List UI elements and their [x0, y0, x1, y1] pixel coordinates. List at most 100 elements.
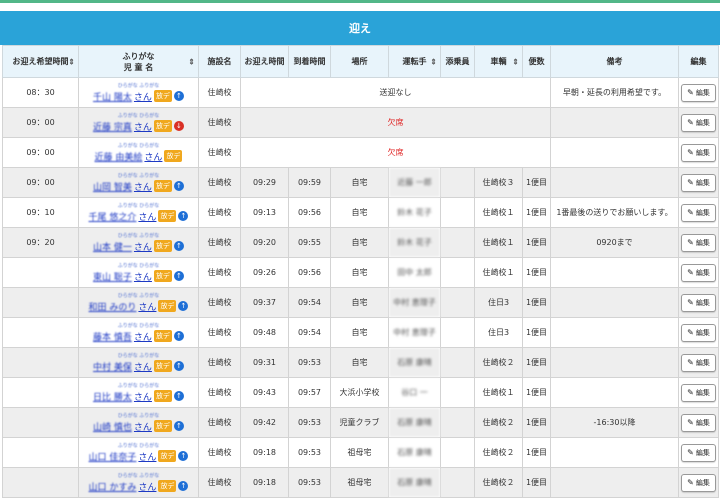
- child-name-link[interactable]: 山岡 智美: [93, 180, 132, 193]
- honorific[interactable]: さん: [134, 360, 152, 373]
- note-cell: 早朝・延長の利用希望です。: [550, 77, 679, 108]
- time-cell: 09：10: [2, 197, 79, 228]
- child-name-link[interactable]: 近藤 由美絵: [95, 150, 143, 163]
- pickup-time-cell: 09:13: [240, 197, 289, 228]
- table-row: ひらがな ふりがな 山口 かすみ さん 放デ ↑ 住崎校 09:18 09:53 祖母…: [2, 467, 719, 498]
- col-pickup: お迎え時間: [240, 45, 289, 78]
- honorific[interactable]: さん: [134, 120, 152, 133]
- honorific[interactable]: さん: [134, 330, 152, 343]
- edit-button[interactable]: ✎ 編集: [681, 173, 716, 192]
- facility-cell: 住崎校: [198, 107, 241, 138]
- status-cell: 送迎なし: [240, 77, 551, 108]
- vehicle-cell: 住崎校２: [474, 437, 523, 468]
- child-name-link[interactable]: 千尾 悠之介: [89, 210, 137, 223]
- note-cell: [550, 377, 679, 408]
- edit-icon: ✎: [687, 358, 694, 367]
- child-name-link[interactable]: 日比 勝太: [93, 390, 132, 403]
- trip-cell: 1便目: [522, 197, 551, 228]
- child-name-link[interactable]: 中村 美保: [93, 360, 132, 373]
- child-name-link[interactable]: 藤本 慎吾: [93, 330, 132, 343]
- place-cell: 自宅: [330, 167, 389, 198]
- edit-button[interactable]: ✎ 編集: [681, 293, 716, 312]
- child-name-link[interactable]: 山口 佳奈子: [89, 450, 137, 463]
- child-kana: ひらがな ふりがな: [117, 82, 160, 89]
- honorific[interactable]: さん: [134, 240, 152, 253]
- arrow-up-icon: ↑: [178, 211, 189, 221]
- child-name-link[interactable]: 山口 かすみ: [89, 480, 137, 493]
- facility-cell: 住崎校: [198, 137, 241, 168]
- child-kana: ふりがな ひらがな: [117, 322, 160, 329]
- arrow-down-icon: ↓: [173, 121, 184, 131]
- edit-button[interactable]: ✎ 編集: [681, 233, 716, 252]
- facility-cell: 住崎校: [198, 377, 241, 408]
- service-badge: 放デ: [153, 180, 172, 192]
- page-title: 迎え: [0, 11, 720, 45]
- edit-cell: ✎ 編集: [678, 407, 719, 438]
- honorific[interactable]: さん: [134, 180, 152, 193]
- honorific[interactable]: さん: [134, 90, 152, 103]
- child-kana: ひらがな ふりがな: [117, 292, 160, 299]
- sort-icon[interactable]: ⇕: [430, 57, 437, 66]
- sort-icon[interactable]: ⇕: [68, 57, 75, 66]
- arrow-up-icon: ↑: [173, 361, 184, 371]
- child-name-link[interactable]: 和田 みのり: [89, 300, 137, 313]
- trip-cell: 1便目: [522, 347, 551, 378]
- honorific[interactable]: さん: [134, 270, 152, 283]
- trip-cell: 1便目: [522, 227, 551, 258]
- child-name-link[interactable]: 近藤 宗真: [93, 120, 132, 133]
- child-kana: ひらがな ふりがな: [117, 172, 160, 179]
- time-cell: [2, 257, 79, 288]
- honorific[interactable]: さん: [138, 210, 156, 223]
- edit-button[interactable]: ✎ 編集: [681, 383, 716, 402]
- honorific[interactable]: さん: [144, 150, 162, 163]
- driver-cell: 中村 恵理子: [388, 287, 441, 318]
- table-row: ふりがな ひらがな 東山 聡子 さん 放デ ↑ 住崎校 09:26 09:56 自宅田…: [2, 257, 719, 288]
- table-row: 09：20 ひらがな ふりがな 山本 健一 さん 放デ ↑ 住崎校 09:20 09…: [2, 227, 719, 258]
- edit-icon: ✎: [687, 178, 694, 187]
- edit-button[interactable]: ✎ 編集: [681, 143, 716, 162]
- child-name-link[interactable]: 千山 陽太: [93, 90, 132, 103]
- child-name-link[interactable]: 山崎 慎也: [93, 420, 132, 433]
- sort-icon[interactable]: ⇕: [188, 57, 195, 66]
- edit-button[interactable]: ✎ 編集: [681, 113, 716, 132]
- honorific[interactable]: さん: [134, 420, 152, 433]
- facility-cell: 住崎校: [198, 77, 241, 108]
- service-badge: 放デ: [153, 330, 172, 342]
- edit-button[interactable]: ✎ 編集: [681, 263, 716, 282]
- honorific[interactable]: さん: [138, 300, 156, 313]
- edit-button[interactable]: ✎ 編集: [681, 473, 716, 492]
- note-cell: [550, 257, 679, 288]
- honorific[interactable]: さん: [134, 390, 152, 403]
- child-name-link[interactable]: 東山 聡子: [93, 270, 132, 283]
- edit-button[interactable]: ✎ 編集: [681, 413, 716, 432]
- vehicle-cell: 住崎校１: [474, 197, 523, 228]
- child-name-cell: ひらがな ふりがな 山崎 慎也 さん 放デ ↑: [78, 407, 199, 438]
- edit-icon: ✎: [687, 298, 694, 307]
- edit-button[interactable]: ✎ 編集: [681, 83, 716, 102]
- honorific[interactable]: さん: [138, 450, 156, 463]
- edit-button[interactable]: ✎ 編集: [681, 203, 716, 222]
- edit-cell: ✎ 編集: [678, 437, 719, 468]
- trip-cell: 1便目: [522, 467, 551, 498]
- service-badge: 放デ: [153, 360, 172, 372]
- arrow-up-icon: ↑: [178, 451, 189, 461]
- edit-button[interactable]: ✎ 編集: [681, 353, 716, 372]
- edit-cell: ✎ 編集: [678, 467, 719, 498]
- sort-icon[interactable]: ⇕: [512, 57, 519, 66]
- arrow-up-icon: ↑: [173, 241, 184, 251]
- edit-button[interactable]: ✎ 編集: [681, 443, 716, 462]
- time-cell: [2, 317, 79, 348]
- child-name-cell: ふりがな ひらがな 東山 聡子 さん 放デ ↑: [78, 257, 199, 288]
- driver-cell: 谷口 一: [388, 377, 441, 408]
- honorific[interactable]: さん: [138, 480, 156, 493]
- table-row: 09：00 ひらがな ふりがな 山岡 智美 さん 放デ ↑ 住崎校 09:29 09…: [2, 167, 719, 198]
- arrival-time-cell: 09:56: [288, 197, 331, 228]
- child-name-cell: ひらがな ふりがな 和田 みのり さん 放デ ↑: [78, 287, 199, 318]
- edit-button[interactable]: ✎ 編集: [681, 323, 716, 342]
- col-driver[interactable]: 運転手 ⇕: [388, 45, 441, 78]
- child-name-link[interactable]: 山本 健一: [93, 240, 132, 253]
- col-name[interactable]: ふりがな児 童 名 ⇕: [78, 45, 199, 78]
- col-time[interactable]: お迎え希望時間 ⇕: [2, 45, 79, 78]
- col-vehicle[interactable]: 車輌 ⇕: [474, 45, 523, 78]
- edit-cell: ✎ 編集: [678, 107, 719, 138]
